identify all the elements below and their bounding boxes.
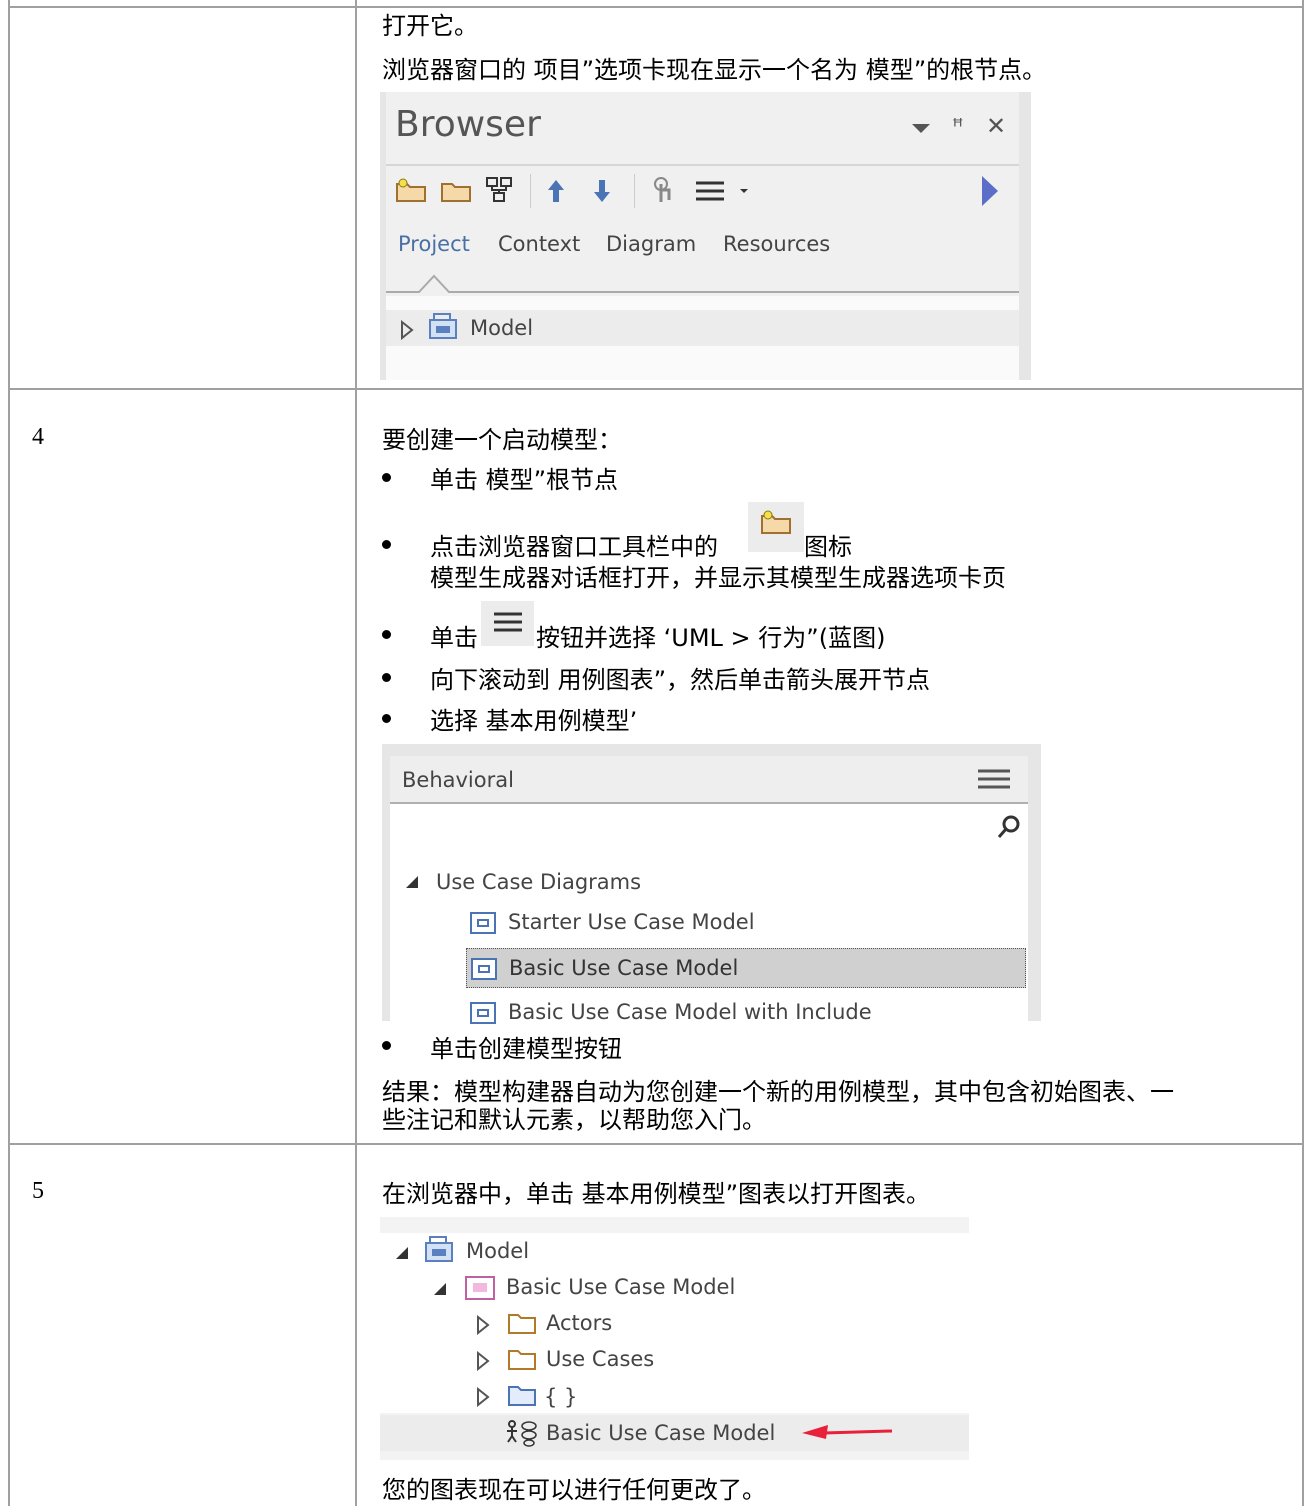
browser-window: Browser ꟸ ✕ Project Context Diagram Reso… — [380, 92, 1031, 380]
collapse-triangle-icon[interactable] — [432, 1281, 448, 1297]
menu-icon[interactable] — [694, 180, 754, 206]
locate-icon[interactable] — [651, 176, 675, 210]
move-down-icon[interactable] — [592, 178, 612, 208]
model-root-icon — [429, 313, 457, 339]
hamburger-icon-inline — [481, 601, 534, 646]
tab-underline — [386, 274, 1019, 293]
package-icon — [465, 1276, 495, 1300]
bullet-icon-suffix: 图标 — [804, 533, 852, 561]
list-item-selected[interactable]: Basic Use Case Model — [466, 948, 1026, 988]
table-left-border — [8, 0, 10, 1506]
bullet-create-model: 单击创建模型按钮 — [430, 1035, 622, 1063]
collapse-triangle-icon[interactable] — [404, 874, 420, 890]
diagram-icon — [471, 958, 497, 980]
expand-triangle-icon[interactable] — [476, 1315, 490, 1335]
model-builder-opens: 模型生成器对话框打开，并显示其模型生成器选项卡页 — [430, 564, 1006, 592]
tree-row-diagram[interactable]: Basic Use Case Model — [380, 1415, 969, 1451]
step-number-5: 5 — [32, 1178, 44, 1204]
table-top-border — [8, 6, 1304, 8]
bullet — [382, 1041, 391, 1050]
tree-row-model[interactable]: Model — [386, 310, 1019, 346]
row-divider-5 — [8, 1143, 1304, 1145]
list-item-label: Basic Use Case Model — [509, 956, 739, 980]
row5-intro: 在浏览器中，单击 基本用例模型”图表以打开图表。 — [382, 1180, 931, 1208]
row3-line2: 浏览器窗口的 项目”选项卡现在显示一个名为 模型”的根节点。 — [382, 56, 1047, 84]
move-up-icon[interactable] — [546, 178, 566, 208]
bullet — [382, 673, 391, 682]
bullet-click-root: 单击 模型”根节点 — [430, 466, 619, 494]
bullet-click-label: 单击 — [430, 624, 478, 652]
title-separator — [386, 164, 1019, 166]
namespace-folder-icon — [508, 1386, 536, 1406]
tree-label-diagram: Basic Use Case Model — [546, 1421, 776, 1445]
model-root-icon — [425, 1236, 453, 1262]
expand-triangle-icon[interactable] — [476, 1351, 490, 1371]
bullet-scroll-down: 向下滚动到 用例图表”，然后单击箭头展开节点 — [430, 666, 931, 694]
diagram-icon — [470, 912, 496, 934]
close-icon[interactable]: ✕ — [986, 112, 1006, 140]
collapse-triangle-icon[interactable] — [394, 1245, 410, 1261]
expand-triangle-icon[interactable] — [476, 1387, 490, 1407]
new-model-icon-inline — [748, 502, 804, 552]
row5-footer: 您的图表现在可以进行任何更改了。 — [382, 1476, 766, 1504]
browser-title: Browser — [395, 104, 541, 145]
list-item-label: Starter Use Case Model — [508, 910, 755, 934]
tab-project[interactable]: Project — [398, 232, 470, 256]
row-divider-4 — [8, 388, 1304, 390]
bullet-select-uml: 按钮并选择 ‘UML > 行为”(蓝图) — [536, 624, 886, 652]
tab-resources[interactable]: Resources — [723, 232, 830, 256]
search-icon[interactable] — [996, 814, 1022, 840]
toolbar-separator-1 — [530, 174, 531, 208]
pin-icon[interactable]: ꟸ — [952, 114, 964, 138]
bullet — [382, 714, 391, 723]
new-model-folder-icon[interactable] — [396, 178, 426, 202]
bullet-select-basic: 选择 基本用例模型’ — [430, 707, 638, 735]
behavioral-inner: Behavioral Use Case Diagrams Starter Use… — [390, 756, 1028, 1024]
table-column-divider — [355, 0, 357, 1506]
model-tree-panel: Model Basic Use Case Model Actors Use Ca… — [380, 1217, 969, 1460]
folder-icon — [508, 1350, 536, 1370]
dropdown-arrow-icon[interactable] — [912, 124, 930, 133]
bullet — [382, 473, 391, 482]
tree-label-model: Model — [470, 316, 534, 340]
new-view-icon[interactable] — [485, 176, 515, 204]
bullet-toolbar-text: 点击浏览器窗口工具栏中的 — [430, 533, 718, 561]
row4-intro: 要创建一个启动模型： — [382, 426, 622, 454]
diagram-icon — [470, 1002, 496, 1024]
expand-arrow-icon[interactable] — [982, 176, 998, 206]
expand-triangle-icon[interactable] — [400, 320, 414, 340]
menu-icon[interactable] — [978, 768, 1010, 790]
folder-icon — [508, 1314, 536, 1334]
new-package-folder-icon[interactable] — [441, 178, 471, 202]
behavioral-header: Behavioral — [402, 768, 514, 792]
tree-label-model[interactable]: Model — [466, 1239, 529, 1263]
use-case-diagram-icon — [507, 1420, 537, 1447]
list-item-label: Basic Use Case Model with Include — [508, 1000, 872, 1024]
toolbar-separator-2 — [634, 174, 635, 208]
tab-context[interactable]: Context — [498, 232, 580, 256]
tree-label-namespace[interactable]: { } — [544, 1385, 577, 1409]
step-number-4: 4 — [32, 424, 44, 450]
list-item[interactable]: Basic Use Case Model with Include — [468, 996, 1028, 1032]
tree-label-package[interactable]: Basic Use Case Model — [506, 1275, 735, 1299]
bullet — [382, 630, 391, 639]
group-use-case-diagrams[interactable]: Use Case Diagrams — [436, 870, 641, 894]
browser-panel: Browser ꟸ ✕ Project Context Diagram Reso… — [386, 92, 1019, 380]
result-line2: 些注记和默认元素，以帮助您入门。 — [382, 1106, 766, 1134]
tree-label-actors[interactable]: Actors — [546, 1311, 612, 1335]
behavioral-panel: Behavioral Use Case Diagrams Starter Use… — [382, 744, 1041, 1024]
tab-diagram[interactable]: Diagram — [606, 232, 696, 256]
list-item[interactable]: Starter Use Case Model — [468, 904, 1028, 940]
bullet — [382, 540, 391, 549]
row3-line1: 打开它。 — [382, 12, 478, 40]
red-arrow-icon — [802, 1425, 893, 1439]
tree-label-use-cases[interactable]: Use Cases — [546, 1347, 654, 1371]
